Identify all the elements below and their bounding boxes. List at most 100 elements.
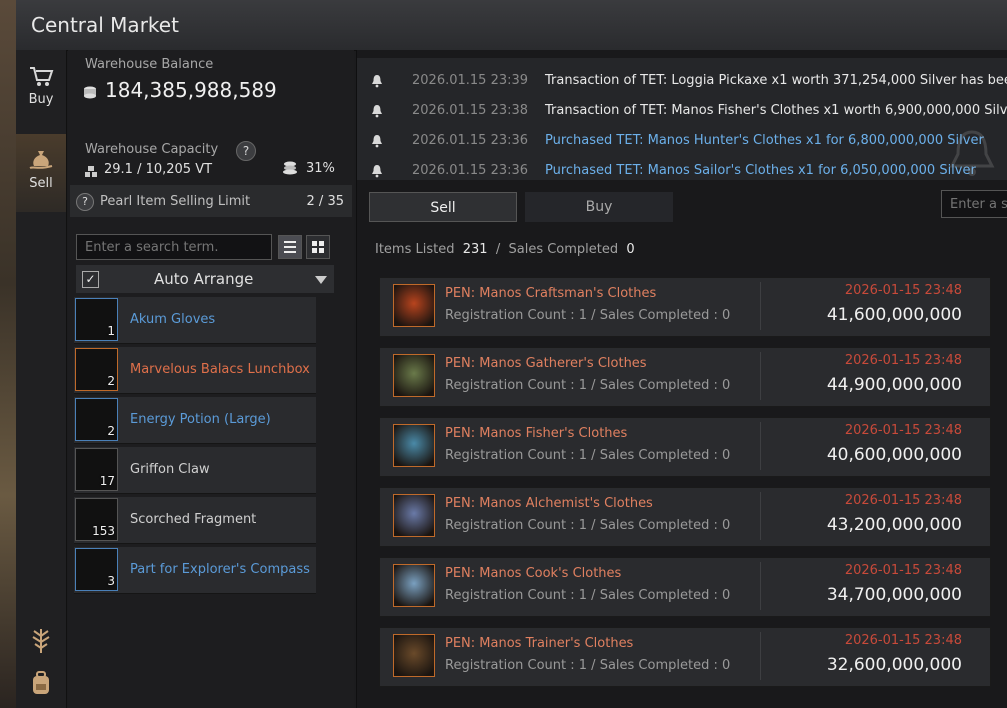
warehouse-icon — [85, 166, 97, 177]
bell-watermark-icon — [949, 130, 995, 176]
listing-item-icon — [393, 424, 435, 467]
listing-divider — [760, 632, 761, 680]
notification-row: 2026.01.15 23:38 Transaction of TET: Mano… — [367, 96, 1007, 126]
money-bag-icon — [29, 151, 53, 169]
listing-item-icon — [393, 284, 435, 327]
pearl-limit-label: Pearl Item Selling Limit — [100, 194, 251, 209]
listing-date: 2026-01-15 23:48 — [844, 353, 962, 368]
inventory-item[interactable]: 2 Energy Potion (Large) — [74, 397, 316, 444]
item-name: Akum Gloves — [130, 312, 216, 327]
item-name: Griffon Claw — [130, 462, 210, 477]
listing-summary: Items Listed 231 / Sales Completed 0 — [375, 242, 635, 257]
item-name: Scorched Fragment — [130, 512, 257, 527]
notification-message: Transaction of TET: Manos Fisher's Cloth… — [545, 103, 1007, 118]
item-quantity: 17 — [99, 474, 115, 488]
listing-row[interactable]: PEN: Manos Alchemist's Clothes Registrati… — [379, 487, 991, 547]
item-icon: 153 — [75, 498, 118, 541]
tab-sell[interactable]: Sell — [369, 192, 517, 222]
item-quantity: 3 — [107, 574, 115, 588]
inventory-item[interactable]: 17 Griffon Claw — [74, 447, 316, 494]
market-main-panel: 2026.01.15 23:39 Transaction of TET: Logg… — [356, 50, 1007, 708]
listing-item-name: PEN: Manos Fisher's Clothes — [445, 426, 628, 441]
listing-divider — [760, 492, 761, 540]
bell-icon — [372, 165, 382, 178]
item-icon: 2 — [75, 398, 118, 441]
listing-divider — [760, 352, 761, 400]
item-quantity: 2 — [107, 374, 115, 388]
listing-price: 43,200,000,000 — [826, 515, 962, 535]
warehouse-capacity-label: Warehouse Capacity — [85, 142, 219, 157]
nav-sell-button[interactable]: Sell — [16, 134, 66, 212]
backpack-icon[interactable] — [26, 668, 56, 698]
grid-view-button[interactable] — [306, 235, 330, 259]
listing-row[interactable]: PEN: Manos Fisher's Clothes Registration … — [379, 417, 991, 477]
auto-arrange-label: Auto Arrange — [154, 270, 254, 288]
pearl-limit-value: 2 / 35 — [306, 194, 344, 209]
notification-time: 2026.01.15 23:36 — [412, 163, 529, 178]
inventory-item[interactable]: 1 Akum Gloves — [74, 297, 316, 344]
listing-price: 34,700,000,000 — [826, 585, 962, 605]
items-listed-value: 231 — [462, 242, 488, 257]
game-background-strip — [0, 0, 16, 708]
listing-row[interactable]: PEN: Manos Craftsman's Clothes Registrati… — [379, 277, 991, 337]
item-icon: 3 — [75, 548, 118, 591]
chevron-down-icon — [315, 276, 327, 284]
listing-item-icon — [393, 564, 435, 607]
notification-message: Transaction of TET: Loggia Pickaxe x1 wo… — [545, 73, 1007, 88]
pearl-help-icon[interactable]: ? — [76, 193, 94, 211]
warehouse-balance-label: Warehouse Balance — [85, 57, 214, 72]
listing-row[interactable]: PEN: Manos Trainer's Clothes Registration… — [379, 627, 991, 687]
auto-arrange-checkbox[interactable]: ✓ — [82, 271, 99, 288]
listing-item-icon — [393, 494, 435, 537]
listing-item-name: PEN: Manos Cook's Clothes — [445, 566, 622, 581]
tab-buy[interactable]: Buy — [525, 192, 673, 222]
item-name: Energy Potion (Large) — [130, 412, 271, 427]
side-nav: Buy Sell — [16, 50, 67, 708]
listing-item-name: PEN: Manos Craftsman's Clothes — [445, 286, 657, 301]
auto-arrange-dropdown[interactable]: ✓ Auto Arrange — [76, 265, 334, 293]
listing-search-input[interactable] — [941, 190, 1007, 218]
sales-completed-label: Sales Completed — [508, 242, 619, 257]
listing-registration-info: Registration Count : 1 / Sales Completed… — [445, 378, 731, 393]
listing-registration-info: Registration Count : 1 / Sales Completed… — [445, 448, 731, 463]
notification-message: Purchased TET: Manos Hunter's Clothes x1… — [545, 133, 984, 148]
item-name: Part for Explorer's Compass — [130, 562, 310, 577]
grid-view-icon — [312, 241, 324, 253]
listing-item-icon — [393, 354, 435, 397]
listing-row[interactable]: PEN: Manos Cook's Clothes Registration Co… — [379, 557, 991, 617]
item-name: Marvelous Balacs Lunchbox — [130, 362, 310, 377]
inventory-search-input[interactable] — [76, 234, 272, 260]
notification-message: Purchased TET: Manos Sailor's Clothes x1… — [545, 163, 976, 178]
listing-registration-info: Registration Count : 1 / Sales Completed… — [445, 658, 731, 673]
bell-icon — [372, 105, 382, 118]
title-bar[interactable]: Central Market — [16, 0, 1007, 51]
list-view-button[interactable] — [278, 235, 302, 259]
tree-icon[interactable] — [26, 626, 56, 656]
listing-item-name: PEN: Manos Trainer's Clothes — [445, 636, 634, 651]
inventory-item[interactable]: 3 Part for Explorer's Compass — [74, 547, 316, 594]
listing-item-name: PEN: Manos Gatherer's Clothes — [445, 356, 647, 371]
listing-row[interactable]: PEN: Manos Gatherer's Clothes Registratio… — [379, 347, 991, 407]
listing-registration-info: Registration Count : 1 / Sales Completed… — [445, 518, 731, 533]
notification-row: 2026.01.15 23:39 Transaction of TET: Logg… — [367, 66, 1007, 96]
inventory-item[interactable]: 153 Scorched Fragment — [74, 497, 316, 544]
listing-price: 41,600,000,000 — [826, 305, 962, 325]
items-listed-label: Items Listed — [375, 242, 455, 257]
listing-divider — [760, 282, 761, 330]
listing-divider — [760, 422, 761, 470]
listing-date: 2026-01-15 23:48 — [844, 633, 962, 648]
capacity-help-icon[interactable]: ? — [236, 141, 256, 161]
item-icon: 1 — [75, 298, 118, 341]
listing-date: 2026-01-15 23:48 — [844, 563, 962, 578]
warehouse-balance-value: 184,385,988,589 — [105, 78, 277, 102]
nav-buy-button[interactable]: Buy — [16, 50, 66, 128]
bell-icon — [372, 75, 382, 88]
inventory-item[interactable]: 2 Marvelous Balacs Lunchbox — [74, 347, 316, 394]
cart-icon — [30, 67, 54, 86]
listing-item-name: PEN: Manos Alchemist's Clothes — [445, 496, 653, 511]
window-title: Central Market — [31, 13, 179, 37]
notification-feed: 2026.01.15 23:39 Transaction of TET: Logg… — [357, 58, 1007, 180]
item-quantity: 153 — [92, 524, 115, 538]
nav-sell-label: Sell — [29, 176, 53, 191]
nav-buy-label: Buy — [28, 92, 54, 107]
